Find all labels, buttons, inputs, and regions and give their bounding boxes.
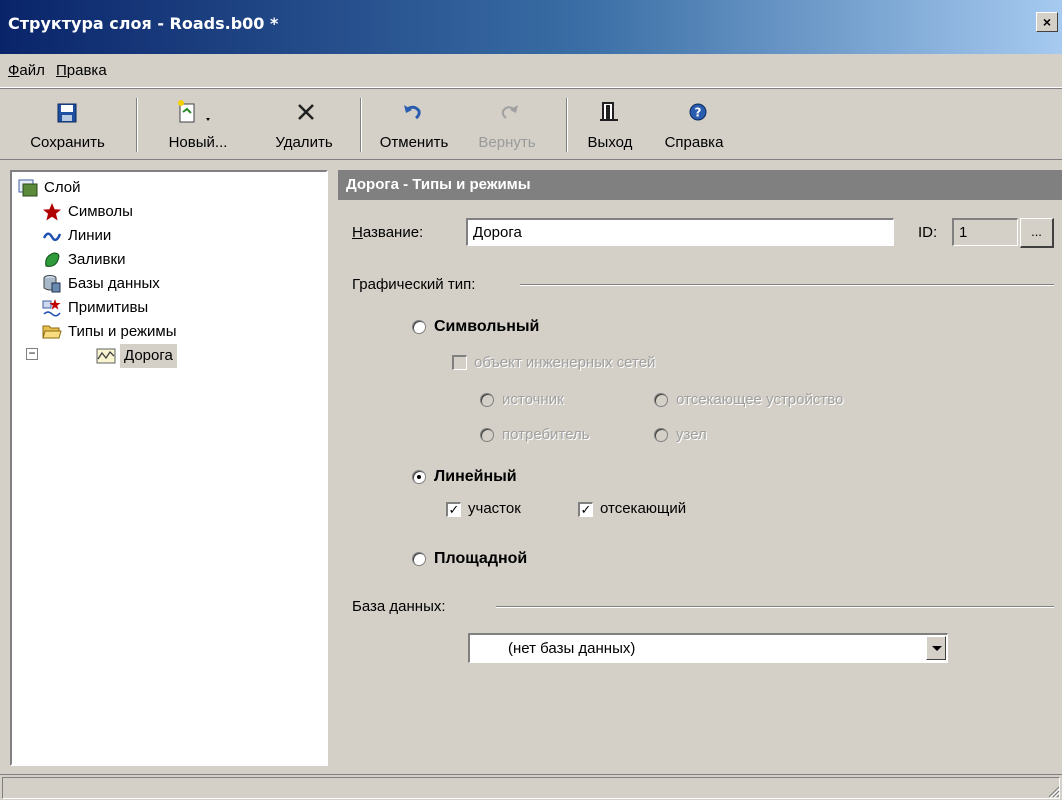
save-button[interactable]: Сохранить [0, 94, 135, 156]
symbolic-radio[interactable] [412, 320, 426, 334]
new-button[interactable]: Новый... [140, 94, 256, 156]
engineering-label: объект инженерных сетей [474, 354, 656, 371]
group-separator [520, 284, 1054, 286]
exit-button[interactable]: Выход [572, 94, 648, 156]
title-bar: Структура слоя - Roads.b00 * × [0, 0, 1062, 54]
name-label: Название: [352, 224, 424, 241]
database-icon [42, 274, 62, 294]
toolbar: Сохранить Новый... Удалить Отменить Верн… [0, 90, 1062, 160]
layer-icon [18, 178, 38, 198]
undo-label: Отменить [379, 134, 449, 151]
redo-label: Вернуть [478, 134, 536, 151]
areal-label: Площадной [434, 550, 528, 567]
node-label: узел [676, 426, 707, 443]
cutting-label: отсекающий [600, 500, 687, 517]
toolbar-separator [566, 98, 568, 152]
status-bar [0, 774, 1062, 800]
group-separator [496, 606, 1054, 608]
redo-icon [470, 94, 544, 128]
linear-radio[interactable] [412, 470, 426, 484]
consumer-label: потребитель [502, 426, 590, 443]
redo-button[interactable]: Вернуть [470, 94, 544, 156]
graphic-type-label: Графический тип: [352, 276, 476, 293]
menu-file[interactable]: Файл [8, 62, 45, 79]
id-field[interactable]: 1 [952, 218, 1018, 246]
help-button[interactable]: ? Справка [654, 94, 734, 156]
undo-icon [366, 94, 462, 128]
tree-label-layer: Слой [44, 179, 81, 196]
source-label: источник [502, 391, 564, 408]
segment-label: участок [468, 500, 521, 517]
database-select[interactable]: (нет базы данных) [468, 633, 948, 663]
star-icon [42, 202, 62, 222]
symbolic-label: Символьный [434, 318, 540, 335]
database-value: (нет базы данных) [508, 640, 636, 657]
database-label: База данных: [352, 598, 446, 615]
exit-label: Выход [587, 134, 633, 151]
node-radio[interactable] [654, 428, 668, 442]
engineering-checkbox[interactable] [452, 355, 467, 370]
chevron-down-icon[interactable] [926, 636, 946, 660]
wave-line-icon [42, 226, 62, 246]
tree-label-fills: Заливки [68, 251, 126, 268]
fill-shape-icon [42, 250, 62, 270]
primitives-icon [42, 298, 62, 318]
floppy-icon [0, 94, 135, 128]
close-button[interactable]: × [1036, 12, 1058, 32]
toolbar-separator [360, 98, 362, 152]
layer-tree[interactable]: Слой Символы Линии Заливки Базы данных П… [10, 170, 328, 766]
name-field[interactable]: Дорога [466, 218, 894, 246]
id-label: ID: [918, 224, 938, 241]
toolbar-separator [136, 98, 138, 152]
linear-label: Линейный [434, 468, 517, 485]
cutting-checkbox[interactable]: ✓ [578, 502, 593, 517]
new-document-icon [140, 94, 256, 128]
new-label: Новый... [168, 134, 228, 151]
tree-label-types: Типы и режимы [68, 323, 177, 340]
source-radio[interactable] [480, 393, 494, 407]
tree-label-road: Дорога [120, 344, 177, 368]
door-exit-icon [572, 94, 648, 128]
svg-text:?: ? [695, 106, 702, 120]
tree-label-symbols: Символы [68, 203, 133, 220]
line-type-icon [96, 346, 116, 366]
tree-label-databases: Базы данных [68, 275, 160, 292]
delete-label: Удалить [275, 134, 333, 151]
resize-grip-icon[interactable] [1046, 784, 1060, 798]
collapse-toggle[interactable]: − [26, 347, 38, 360]
delete-button[interactable]: Удалить [262, 94, 346, 156]
delete-icon [262, 94, 346, 128]
segment-checkbox[interactable]: ✓ [446, 502, 461, 517]
save-label: Сохранить [30, 134, 105, 151]
id-browse-button[interactable]: ... [1020, 218, 1054, 248]
cutoff-device-label: отсекающее устройство [676, 391, 844, 408]
window-title: Структура слоя - Roads.b00 * [8, 14, 279, 33]
menu-edit[interactable]: Правка [56, 62, 107, 79]
consumer-radio[interactable] [480, 428, 494, 442]
cutoff-device-radio[interactable] [654, 393, 668, 407]
menu-bar: Файл Правка [0, 54, 1062, 88]
tree-label-lines: Линии [68, 227, 112, 244]
help-icon: ? [654, 94, 734, 128]
status-pane [2, 777, 1060, 799]
tree-label-primitives: Примитивы [68, 299, 149, 316]
panel-header: Дорога - Типы и режимы [338, 170, 1062, 200]
open-folder-icon [42, 322, 62, 342]
areal-radio[interactable] [412, 552, 426, 566]
help-label: Справка [664, 134, 724, 151]
undo-button[interactable]: Отменить [366, 94, 462, 156]
